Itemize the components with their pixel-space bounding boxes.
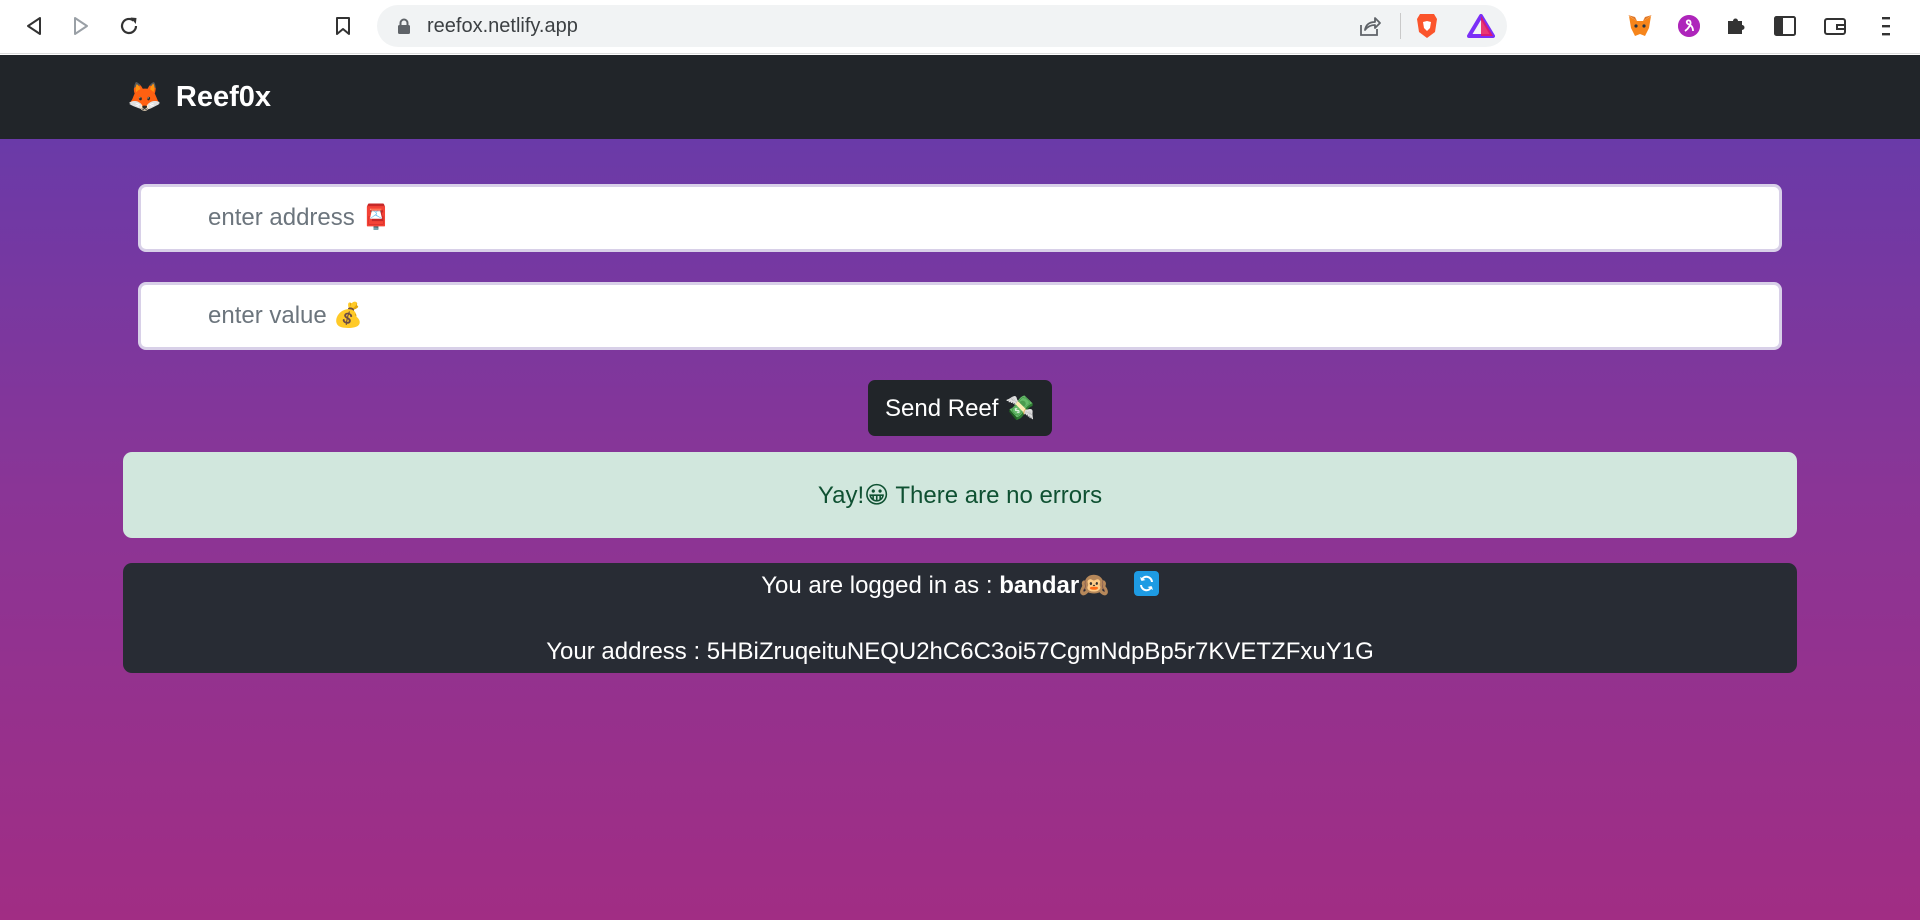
success-alert: Yay!😀 There are no errors (123, 452, 1797, 538)
brave-shields-icon[interactable] (1415, 12, 1439, 45)
send-reef-button[interactable]: Send Reef 💸 (868, 380, 1052, 436)
brand-link[interactable]: 🦊 Reef0x (127, 55, 271, 139)
account-info-panel: You are logged in as : bandar🙉 Your addr… (123, 563, 1797, 673)
fox-icon: 🦊 (127, 81, 162, 112)
extensions-puzzle-icon[interactable] (1721, 11, 1751, 41)
reload-icon[interactable] (114, 11, 144, 41)
brand-name: Reef0x (175, 80, 271, 113)
logged-in-label: You are logged in as : (761, 572, 1000, 599)
share-icon[interactable] (1358, 15, 1382, 42)
reef-extension-icon[interactable] (1674, 11, 1704, 41)
metamask-extension-icon[interactable] (1625, 11, 1655, 41)
alert-message: Yay!😀 There are no errors (817, 481, 1103, 509)
refresh-icon[interactable] (1133, 571, 1159, 596)
address-field[interactable] (138, 184, 1782, 252)
bookmark-icon[interactable] (328, 11, 358, 41)
wallet-icon[interactable] (1820, 11, 1850, 41)
menu-icon[interactable] (1871, 11, 1901, 41)
brave-rewards-icon[interactable] (1467, 14, 1495, 43)
forward-icon[interactable] (66, 11, 96, 41)
sidebar-toggle-icon[interactable] (1770, 11, 1800, 41)
browser-toolbar: reefox.netlify.app (0, 0, 1920, 54)
address-line: Your address : 5HBiZruqeituNEQU2hC6C3oi5… (546, 638, 1374, 665)
back-icon[interactable] (19, 11, 49, 41)
value-input[interactable] (141, 285, 1779, 347)
url-text: reefox.netlify.app (427, 15, 578, 37)
logged-in-line: You are logged in as : bandar🙉 (123, 571, 1797, 600)
value-field[interactable] (138, 282, 1782, 350)
address-bar[interactable]: reefox.netlify.app (377, 5, 1507, 47)
username: bandar🙉 (999, 572, 1110, 599)
divider (1400, 13, 1401, 39)
site-navbar: 🦊 Reef0x (0, 55, 1920, 139)
lock-icon (397, 18, 411, 39)
main-content: Send Reef 💸 Yay!😀 There are no errors Yo… (0, 139, 1920, 920)
address-input[interactable] (141, 187, 1779, 249)
